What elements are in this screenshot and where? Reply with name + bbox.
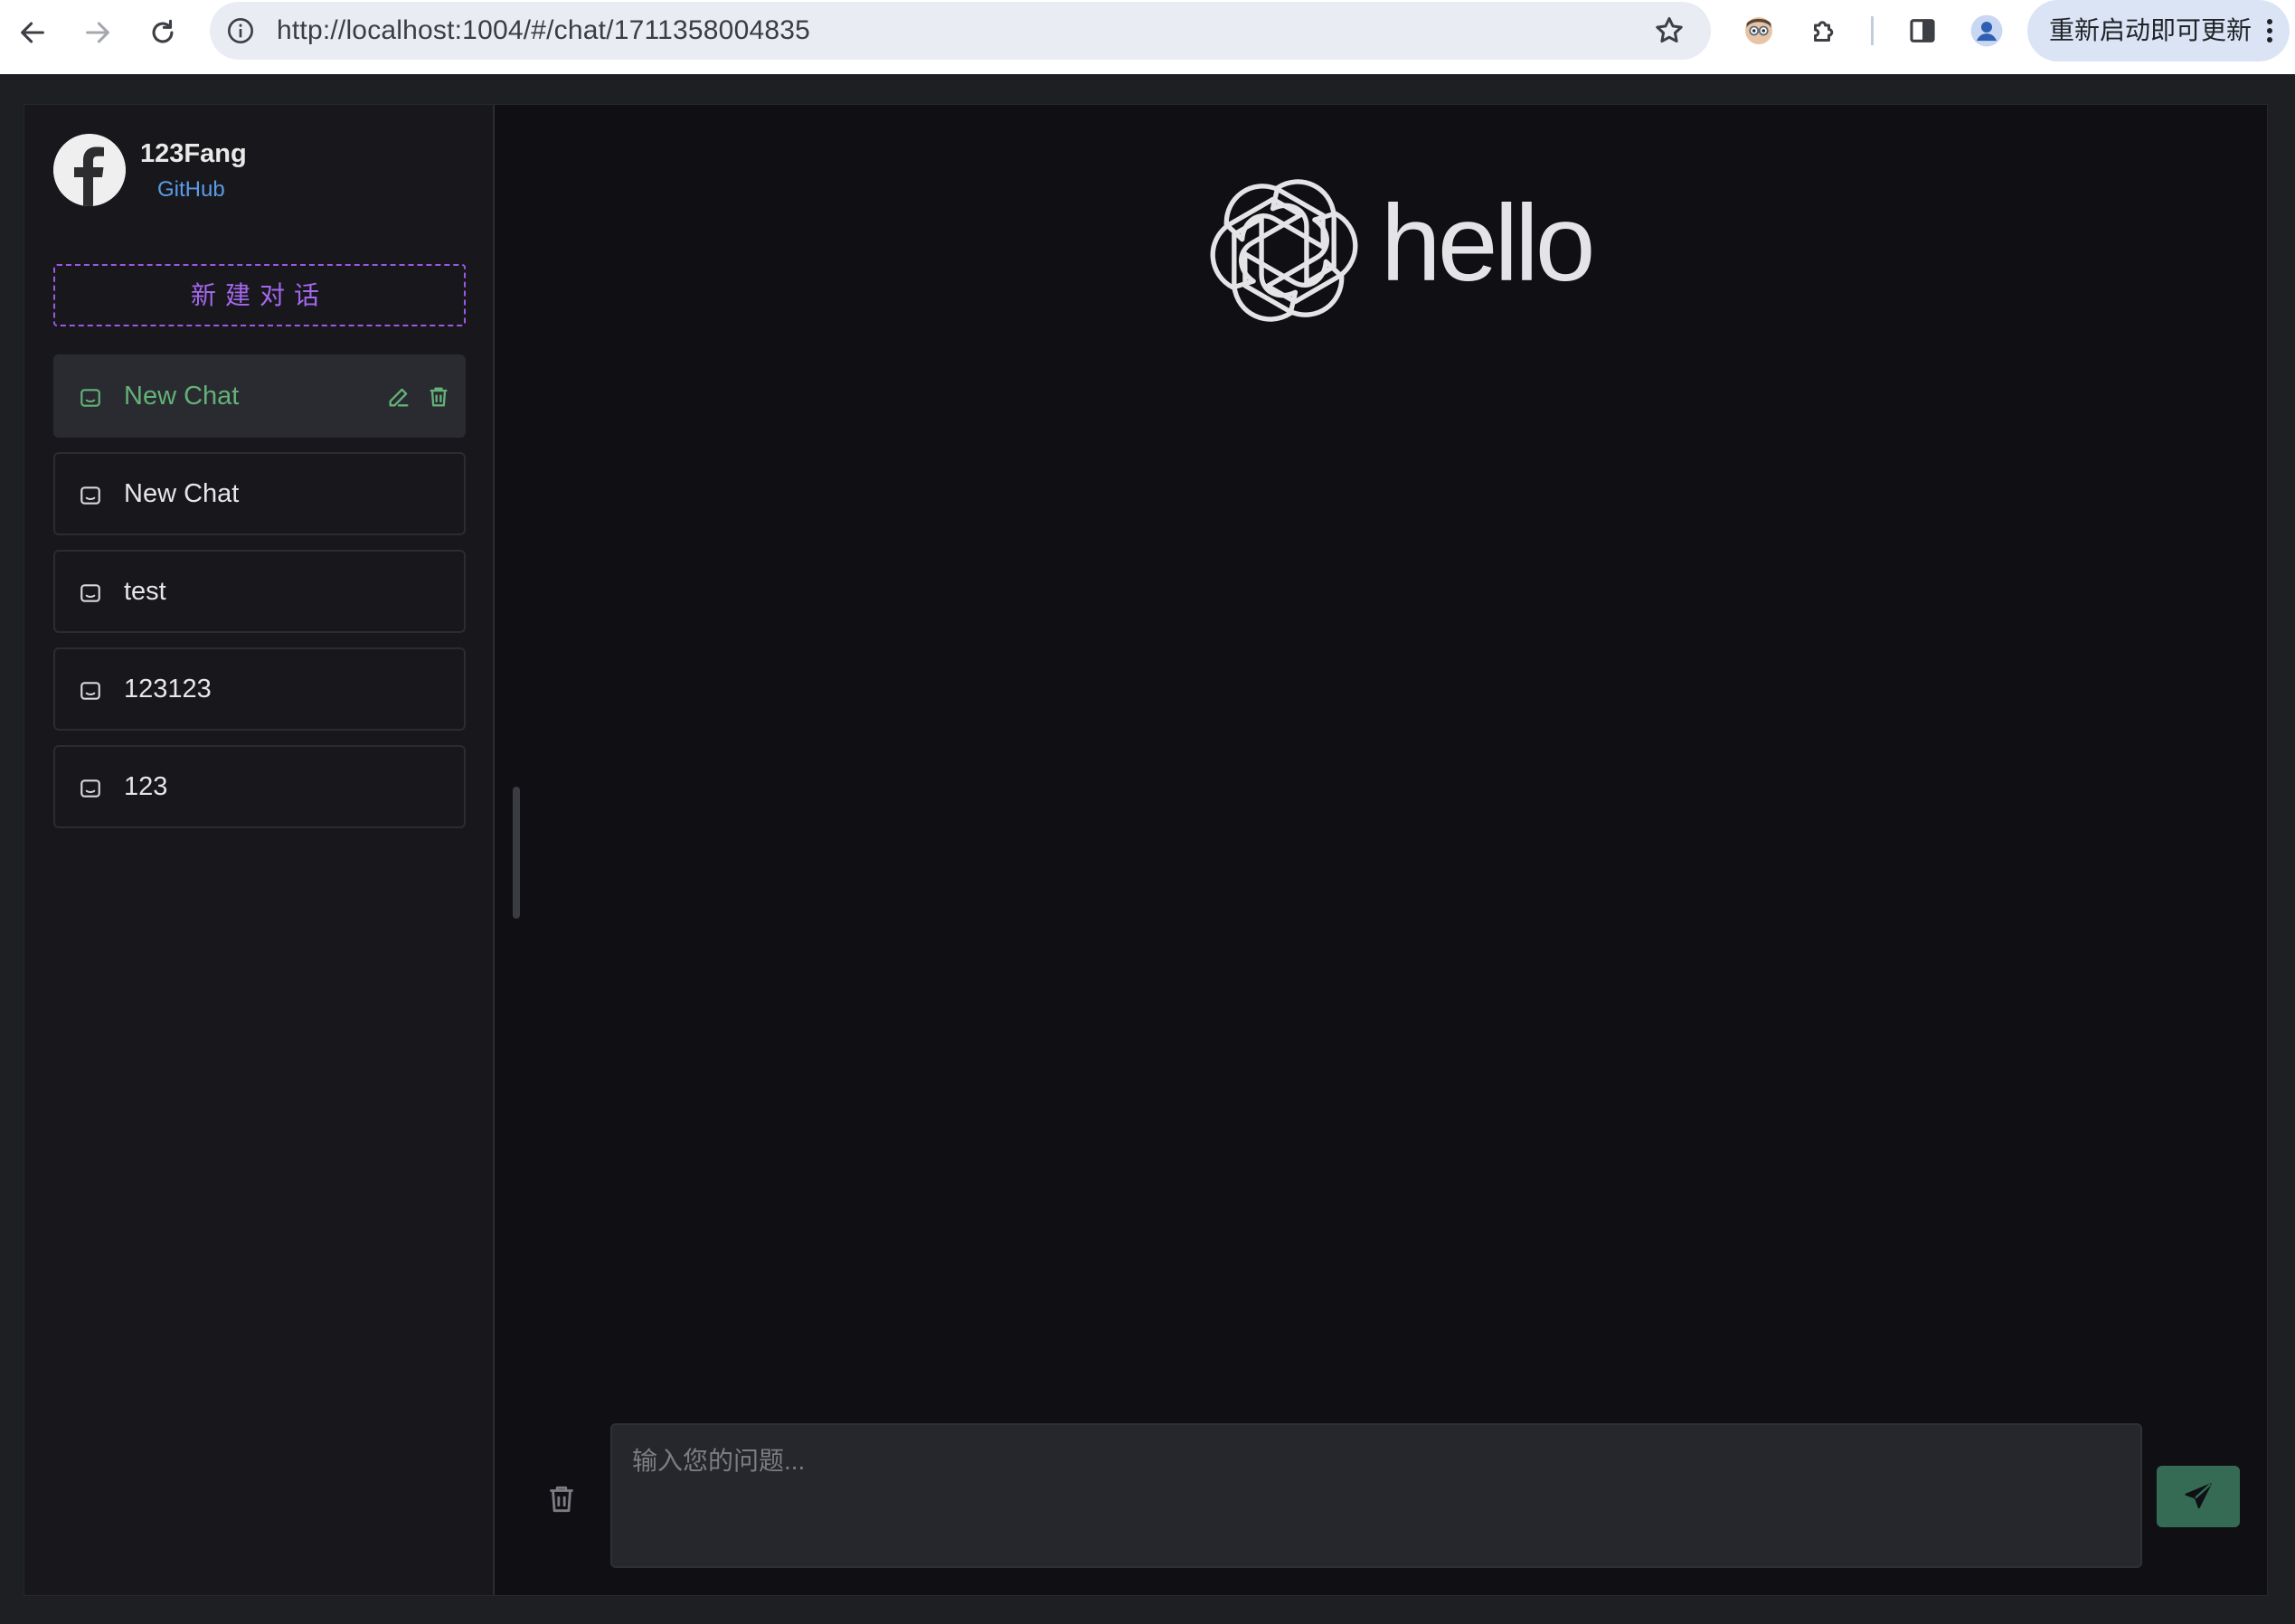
reload-button[interactable] [141, 11, 184, 54]
send-icon [2185, 1483, 2212, 1509]
sidebar: 123Fang GitHub 新建对话 New Chat New Chat te… [24, 105, 495, 1595]
star-icon[interactable] [1653, 14, 1686, 47]
info-icon[interactable] [226, 16, 255, 45]
puzzle-icon[interactable] [1807, 13, 1843, 49]
back-button[interactable] [11, 11, 54, 54]
update-label: 重新启动即可更新 [2049, 16, 2252, 44]
toolbar-divider [1871, 16, 1874, 45]
message-icon [80, 779, 100, 798]
message-icon [80, 389, 100, 407]
chat-main: hello [496, 105, 2267, 1595]
chat-item[interactable]: 123 [53, 745, 466, 828]
openai-logo-icon [1204, 170, 1365, 331]
message-icon [80, 584, 100, 602]
extension-avatar-icon[interactable] [1741, 13, 1777, 49]
update-button[interactable]: 重新启动即可更新 [2027, 0, 2290, 61]
side-panel-icon[interactable] [1904, 13, 1941, 49]
chat-item[interactable]: New Chat [53, 354, 466, 438]
chat-item-label: 123 [124, 772, 168, 801]
chat-item-label: 123123 [124, 675, 212, 703]
message-icon [80, 682, 100, 700]
chat-item-label: New Chat [124, 479, 240, 508]
chat-item[interactable]: 123123 [53, 647, 466, 731]
new-chat-button[interactable]: 新建对话 [53, 264, 466, 326]
github-link[interactable]: GitHub [157, 177, 225, 203]
arrow-right-icon [86, 22, 109, 43]
avatar [53, 134, 126, 206]
chat-item[interactable]: test [53, 550, 466, 633]
pencil-icon[interactable] [386, 384, 411, 410]
username: 123Fang [140, 139, 247, 168]
chat-item-label: New Chat [124, 382, 240, 411]
app-window: 123Fang GitHub 新建对话 New Chat New Chat te… [24, 104, 2268, 1596]
trash-icon [550, 1486, 573, 1513]
message-icon [80, 486, 100, 505]
person-icon[interactable] [1969, 13, 2005, 49]
send-button[interactable] [2157, 1466, 2240, 1527]
address-bar[interactable]: http://localhost:1004/#/chat/17113580048… [210, 2, 1711, 60]
arrow-left-icon [21, 22, 44, 43]
chat-item[interactable]: New Chat [53, 452, 466, 535]
chat-item-label: test [124, 577, 166, 606]
message-input[interactable] [610, 1423, 2142, 1568]
kebab-icon[interactable] [2266, 18, 2273, 43]
clear-chat-button[interactable] [543, 1479, 580, 1519]
browser-toolbar: http://localhost:1004/#/chat/17113580048… [0, 0, 2295, 74]
hero-title: hello [1381, 183, 1596, 304]
url-text[interactable]: http://localhost:1004/#/chat/17113580048… [277, 2, 810, 60]
reload-icon [152, 19, 174, 43]
forward-button[interactable] [76, 11, 119, 54]
trash-icon[interactable] [426, 384, 451, 410]
